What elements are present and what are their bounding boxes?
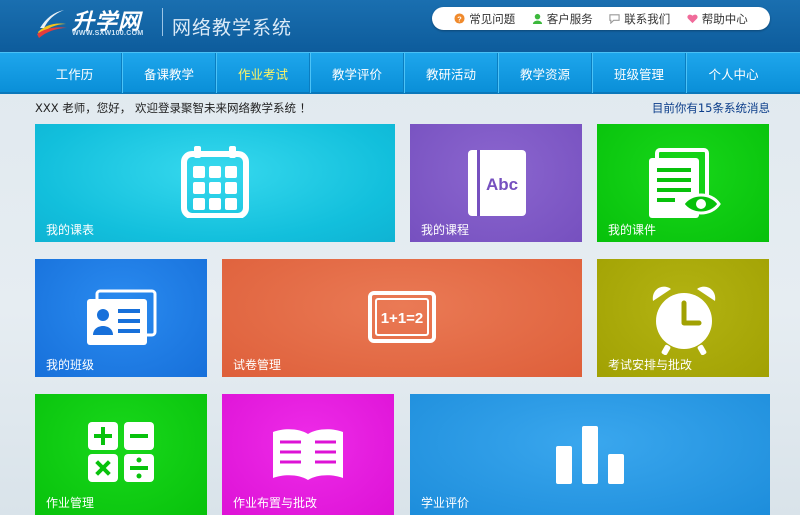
- header-bar: 升学网 WWW.SXW100.COM 网络教学系统 ? 常见问题 客户服务 联系…: [0, 0, 800, 52]
- heart-icon: [687, 14, 698, 24]
- blackboard-icon: 1+1=2: [368, 291, 436, 343]
- nav-item-calendar[interactable]: 工作历: [28, 53, 122, 93]
- faq-link[interactable]: ? 常见问题: [454, 11, 515, 27]
- tile-exam-arrange-label: 考试安排与批改: [608, 358, 693, 372]
- top-links-bar: ? 常见问题 客户服务 联系我们 帮助中心: [432, 7, 770, 30]
- nav-item-research[interactable]: 教研活动: [404, 53, 498, 93]
- contact-us-link[interactable]: 联系我们: [609, 11, 670, 27]
- tile-academic-eval-label: 学业评价: [421, 496, 470, 510]
- contact-icon: [609, 14, 620, 24]
- tile-my-schedule[interactable]: 我的课表: [35, 124, 395, 242]
- tile-homework-assign-label: 作业布置与批改: [233, 496, 318, 510]
- nav-item-teaching-eval[interactable]: 教学评价: [310, 53, 404, 93]
- bar-chart-icon: [556, 426, 624, 484]
- logo-divider: [162, 8, 163, 36]
- logo-url: WWW.SXW100.COM: [72, 30, 144, 37]
- tile-my-courseware[interactable]: 我的课件: [597, 124, 769, 242]
- customer-service-link[interactable]: 客户服务: [532, 11, 593, 27]
- document-eye-icon: [649, 148, 721, 218]
- tile-homework-management-label: 作业管理: [46, 496, 95, 510]
- logo-swoosh-icon: [37, 10, 67, 38]
- tile-homework-assign[interactable]: 作业布置与批改: [222, 394, 394, 515]
- tile-exam-management[interactable]: 1+1=2 试卷管理: [222, 259, 582, 377]
- tile-my-courseware-label: 我的课件: [608, 223, 657, 237]
- system-name: 网络教学系统: [172, 17, 293, 39]
- question-icon: ?: [454, 13, 465, 24]
- nav-item-homework-exam[interactable]: 作业考试: [216, 53, 310, 93]
- nav-item-class-manage[interactable]: 班级管理: [592, 53, 686, 93]
- tile-homework-management[interactable]: 作业管理: [35, 394, 207, 515]
- customer-service-label: 客户服务: [546, 11, 593, 26]
- welcome-text: XXX 老师，您好， 欢迎登录聚智未来网络教学系统 ！: [35, 101, 312, 115]
- tile-my-course-label: 我的课程: [421, 223, 470, 237]
- service-icon: [532, 13, 542, 24]
- nav-item-resources[interactable]: 教学资源: [498, 53, 592, 93]
- blackboard-text: 1+1=2: [381, 310, 424, 327]
- nav-item-personal[interactable]: 个人中心: [686, 53, 780, 93]
- open-book-icon: [273, 429, 343, 480]
- svg-text:?: ?: [458, 14, 463, 23]
- tile-exam-management-label: 试卷管理: [233, 358, 282, 372]
- faq-link-label: 常见问题: [469, 11, 516, 26]
- tile-my-schedule-label: 我的课表: [46, 223, 95, 237]
- calculator-icon: [88, 422, 154, 482]
- contact-us-label: 联系我们: [624, 11, 671, 26]
- tile-exam-arrange[interactable]: 考试安排与批改: [597, 259, 769, 377]
- book-abc-text: Abc: [486, 175, 518, 194]
- tile-my-class[interactable]: 我的班级: [35, 259, 207, 377]
- nav-item-lesson-prep[interactable]: 备课教学: [122, 53, 216, 93]
- book-abc-icon: Abc: [468, 150, 526, 216]
- tile-academic-eval[interactable]: 学业评价: [410, 394, 770, 515]
- help-center-link[interactable]: 帮助中心: [687, 11, 748, 27]
- alarm-clock-icon: [652, 286, 716, 355]
- help-center-label: 帮助中心: [701, 11, 748, 26]
- system-messages-link[interactable]: 目前你有15条系统消息: [652, 100, 770, 116]
- tile-my-class-label: 我的班级: [46, 358, 95, 372]
- calendar-icon: [181, 146, 249, 218]
- tile-my-course[interactable]: Abc 我的课程: [410, 124, 582, 242]
- id-card-icon: [87, 289, 157, 345]
- main-nav: 工作历 备课教学 作业考试 教学评价 教研活动 教学资源 班级管理 个人中心: [0, 52, 800, 94]
